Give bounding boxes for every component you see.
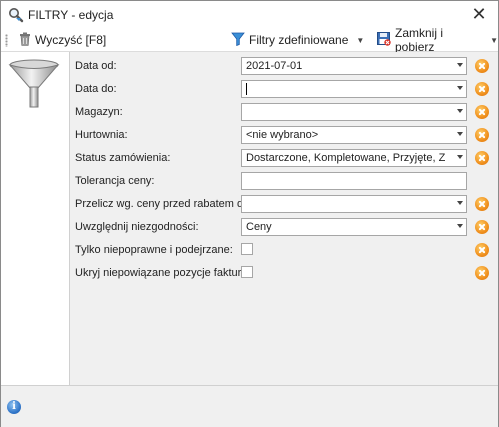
- row-wholesaler: Hurtownia: <nie wybrano>: [70, 126, 498, 146]
- filter-panel-side: [1, 52, 70, 385]
- date-from-field[interactable]: 2021-07-01: [241, 57, 467, 75]
- close-and-fetch-label: Zamknij i pobierz: [395, 26, 444, 54]
- order-status-field[interactable]: Dostarczone, Kompletowane, Przyjęte, Zre…: [241, 149, 467, 167]
- date-to-field[interactable]: [241, 80, 467, 98]
- chevron-down-icon[interactable]: [457, 132, 463, 136]
- close-and-fetch-button[interactable]: Zamknij i pobierz ▼: [377, 26, 498, 54]
- info-icon[interactable]: i: [7, 400, 21, 414]
- date-from-label: Data od:: [75, 60, 117, 72]
- recalc-price-field[interactable]: [241, 195, 467, 213]
- hide-unlinked-checkbox[interactable]: [241, 266, 253, 278]
- chevron-down-icon: ▼: [490, 35, 498, 45]
- clear-x-icon[interactable]: [475, 266, 489, 280]
- window-title: FILTRY - edycja: [28, 8, 114, 22]
- chevron-down-icon: ▼: [356, 35, 365, 45]
- order-status-value: Dostarczone, Kompletowane, Przyjęte, Zre…: [246, 152, 446, 164]
- clear-x-icon[interactable]: [475, 243, 489, 257]
- date-to-label: Data do:: [75, 83, 117, 95]
- title-bar: FILTRY - edycja ✕: [1, 1, 498, 29]
- row-warehouse: Magazyn:: [70, 103, 498, 123]
- price-tolerance-input[interactable]: [241, 172, 467, 190]
- clear-x-icon[interactable]: [475, 59, 489, 73]
- defined-filters-label: Filtry zdefiniowane: [249, 33, 349, 47]
- wholesaler-value: <nie wybrano>: [246, 129, 319, 141]
- clear-x-icon[interactable]: [475, 197, 489, 211]
- date-from-value: 2021-07-01: [246, 60, 303, 72]
- clear-x-icon[interactable]: [475, 151, 489, 165]
- funnel-icon: [7, 58, 63, 113]
- recalc-price-label: Przelicz wg. ceny przed rabatem dla:: [75, 198, 255, 210]
- row-hide-unlinked: Ukryj niepowiązane pozycje faktur:: [70, 264, 498, 284]
- row-recalc-price: Przelicz wg. ceny przed rabatem dla:: [70, 195, 498, 215]
- row-order-status: Status zamówienia: Dostarczone, Kompleto…: [70, 149, 498, 169]
- discrepancies-field[interactable]: Ceny: [241, 218, 467, 236]
- wholesaler-field[interactable]: <nie wybrano>: [241, 126, 467, 144]
- wholesaler-label: Hurtownia:: [75, 129, 128, 141]
- clear-x-icon[interactable]: [475, 82, 489, 96]
- warehouse-field[interactable]: [241, 103, 467, 121]
- clear-x-icon[interactable]: [475, 105, 489, 119]
- only-incorrect-checkbox[interactable]: [241, 243, 253, 255]
- clear-button[interactable]: Wyczyść [F8]: [19, 31, 106, 49]
- funnel-icon: [231, 32, 245, 49]
- row-date-from: Data od: 2021-07-01: [70, 57, 498, 77]
- discrepancies-value: Ceny: [246, 221, 272, 233]
- filter-edit-window: FILTRY - edycja ✕ Wyczyść [F8] Filtry zd…: [0, 0, 499, 427]
- toolbar: Wyczyść [F8] Filtry zdefiniowane ▼ Zamkn…: [1, 26, 498, 54]
- toolbar-grip[interactable]: [5, 34, 8, 47]
- only-incorrect-label: Tylko niepoprawne i podejrzane:: [75, 244, 233, 256]
- text-caret: [246, 83, 247, 95]
- order-status-label: Status zamówienia:: [75, 152, 171, 164]
- clear-x-icon[interactable]: [475, 220, 489, 234]
- chevron-down-icon[interactable]: [457, 224, 463, 228]
- row-only-incorrect: Tylko niepoprawne i podejrzane:: [70, 241, 498, 261]
- chevron-down-icon[interactable]: [457, 109, 463, 113]
- row-discrepancies: Uwzględnij niezgodności: Ceny: [70, 218, 498, 238]
- warehouse-label: Magazyn:: [75, 106, 123, 118]
- chevron-down-icon[interactable]: [457, 155, 463, 159]
- row-price-tolerance: Tolerancja ceny:: [70, 172, 498, 192]
- magnifier-icon: [8, 7, 24, 23]
- discrepancies-label: Uwzględnij niezgodności:: [75, 221, 199, 233]
- close-window-button[interactable]: ✕: [470, 5, 488, 23]
- chevron-down-icon[interactable]: [457, 63, 463, 67]
- clear-x-icon[interactable]: [475, 128, 489, 142]
- save-close-icon: [377, 31, 391, 49]
- price-tolerance-label: Tolerancja ceny:: [75, 175, 155, 187]
- clear-button-label: Wyczyść [F8]: [35, 33, 107, 47]
- filter-form: Data od: 2021-07-01 Data do: Magazyn: Hu…: [70, 52, 498, 385]
- hide-unlinked-label: Ukryj niepowiązane pozycje faktur:: [75, 267, 245, 279]
- status-bar: i: [1, 385, 498, 427]
- trash-icon: [19, 32, 31, 49]
- defined-filters-button[interactable]: Filtry zdefiniowane ▼: [231, 31, 364, 49]
- chevron-down-icon[interactable]: [457, 201, 463, 205]
- row-date-to: Data do:: [70, 80, 498, 100]
- chevron-down-icon[interactable]: [457, 86, 463, 90]
